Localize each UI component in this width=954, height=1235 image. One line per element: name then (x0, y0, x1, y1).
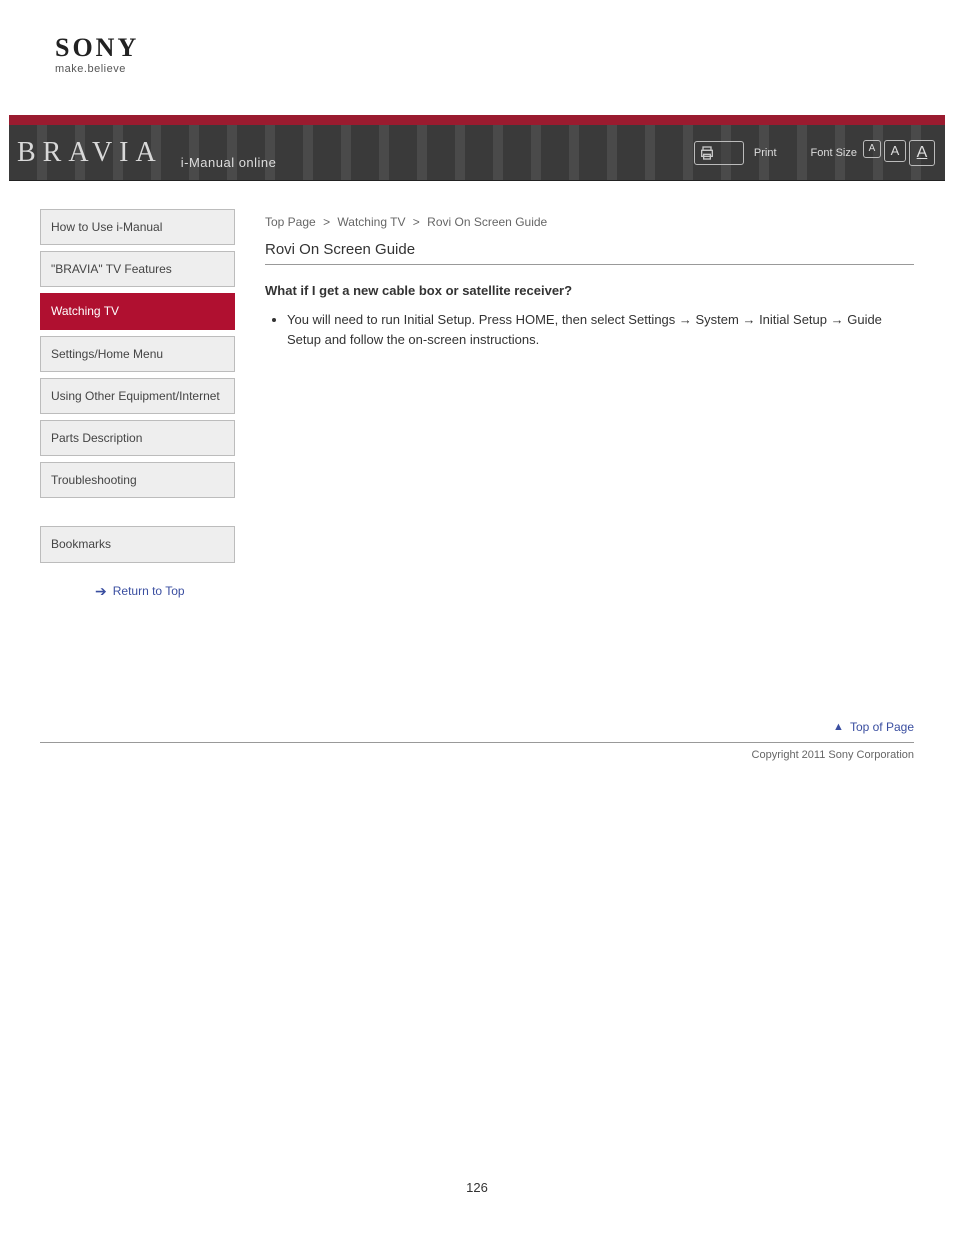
print-label: Print (754, 147, 777, 159)
font-size-medium-button[interactable]: A (884, 140, 906, 162)
faq-question: What if I get a new cable box or satelli… (265, 283, 914, 298)
title-divider (265, 264, 914, 265)
content-area: Top Page > Watching TV > Rovi On Screen … (265, 209, 914, 600)
accent-stripe (9, 115, 945, 125)
print-icon (699, 145, 715, 161)
font-size-large-button[interactable]: A (909, 140, 935, 166)
font-size-label: Font Size (811, 147, 857, 159)
nav-troubleshooting[interactable]: Troubleshooting (40, 462, 235, 498)
manual-label: i-Manual online (181, 155, 277, 180)
brand-tagline: make.believe (55, 63, 954, 75)
return-to-top-link[interactable]: ➔ Return to Top (40, 583, 235, 600)
nav-features[interactable]: "BRAVIA" TV Features (40, 251, 235, 287)
crumb-1[interactable]: Watching TV (337, 215, 405, 229)
page-number: 126 (0, 1180, 954, 1195)
nav-parts[interactable]: Parts Description (40, 420, 235, 456)
nav-other-equipment[interactable]: Using Other Equipment/Internet (40, 378, 235, 414)
font-size-small-button[interactable]: A (863, 140, 881, 158)
nav-watching-tv[interactable]: Watching TV (40, 293, 235, 329)
nav-settings[interactable]: Settings/Home Menu (40, 336, 235, 372)
chevron-up-icon: ▲ (833, 721, 844, 733)
brand-logo: SONY (55, 35, 954, 61)
sidebar-nav: How to Use i-Manual "BRAVIA" TV Features… (40, 209, 235, 600)
header-bar: BRAVIA i-Manual online Print Font Size A… (9, 125, 945, 181)
print-button[interactable] (694, 141, 744, 165)
arrow-right-icon: ➔ (95, 583, 107, 600)
crumb-0[interactable]: Top Page (265, 215, 316, 229)
product-name: BRAVIA (17, 137, 163, 169)
footer-divider (40, 742, 914, 743)
crumb-2[interactable]: Rovi On Screen Guide (427, 215, 547, 229)
faq-answer-bullet: You will need to run Initial Setup. Pres… (287, 310, 914, 350)
page-title: Rovi On Screen Guide (265, 241, 914, 258)
nav-bookmarks[interactable]: Bookmarks (40, 526, 235, 562)
return-to-top-label: Return to Top (113, 584, 185, 598)
top-of-page-link[interactable]: ▲ Top of Page (0, 720, 914, 734)
nav-how-to-use[interactable]: How to Use i-Manual (40, 209, 235, 245)
copyright: Copyright 2011 Sony Corporation (0, 749, 914, 761)
breadcrumb: Top Page > Watching TV > Rovi On Screen … (265, 209, 914, 233)
top-of-page-label: Top of Page (850, 720, 914, 734)
